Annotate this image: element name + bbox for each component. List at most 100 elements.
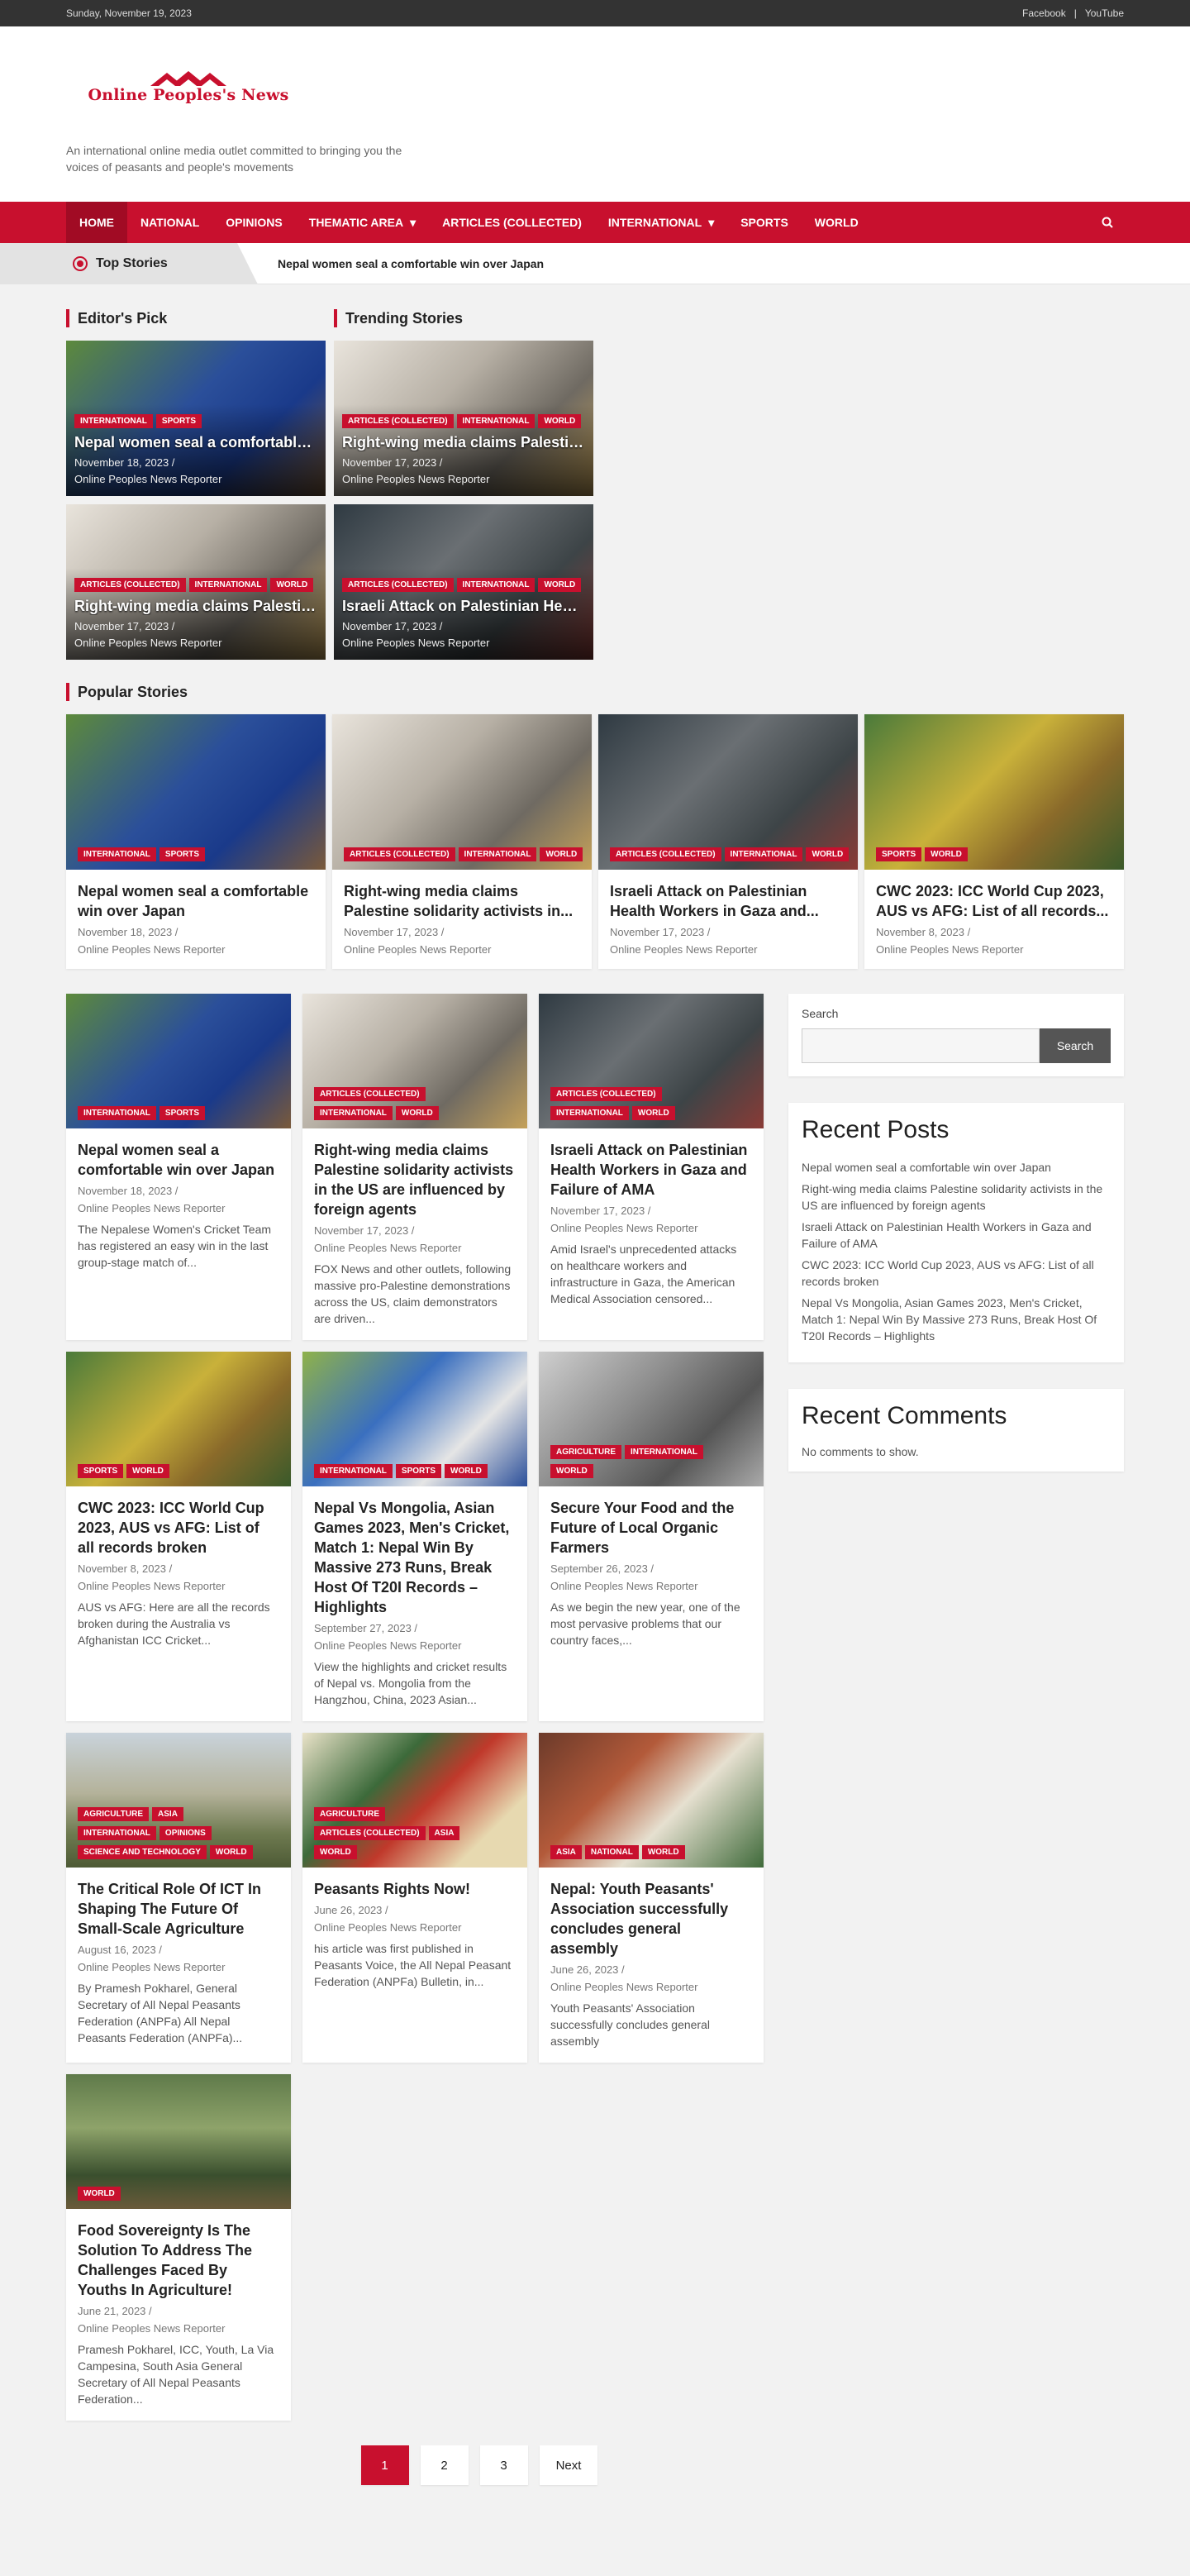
category-badge[interactable]: INTERNATIONAL <box>314 1464 393 1478</box>
category-badge[interactable]: INTERNATIONAL <box>456 414 536 428</box>
category-badge[interactable]: WORLD <box>126 1464 169 1478</box>
post-author[interactable]: Online Peoples News Reporter <box>550 1222 752 1234</box>
post-title[interactable]: Peasants Rights Now! <box>314 1879 516 1899</box>
post-image[interactable]: ASIA NATIONAL WORLD <box>539 1733 764 1868</box>
post-author[interactable]: Online Peoples News Reporter <box>342 635 585 651</box>
category-badge[interactable]: SCIENCE AND TECHNOLOGY <box>78 1845 207 1859</box>
nav-sports[interactable]: SPORTS <box>727 202 802 243</box>
next-page-button[interactable]: Next <box>539 2445 598 2485</box>
post-image[interactable]: AGRICULTURE ARTICLES (COLLECTED) ASIA WORLD <box>302 1733 527 1868</box>
category-badge[interactable]: ASIA <box>152 1807 183 1821</box>
category-badge[interactable]: SPORTS <box>78 1464 124 1478</box>
nav-international[interactable]: INTERNATIONAL ▾ <box>595 202 727 243</box>
category-badge[interactable]: INTERNATIONAL <box>78 1826 156 1840</box>
post-author[interactable]: Online Peoples News Reporter <box>78 1202 279 1214</box>
category-badge[interactable]: ARTICLES (COLLECTED) <box>314 1826 426 1840</box>
recent-post-link[interactable]: Nepal women seal a comfortable win over … <box>802 1161 1051 1174</box>
category-badge[interactable]: INTERNATIONAL <box>625 1445 703 1459</box>
post-title[interactable]: Right-wing media claims Palestine solida… <box>74 597 317 615</box>
post-author[interactable]: Online Peoples News Reporter <box>314 1639 516 1652</box>
category-badge[interactable]: WORLD <box>540 847 583 861</box>
post-author[interactable]: Online Peoples News Reporter <box>78 1961 279 1973</box>
category-badge[interactable]: ARTICLES (COLLECTED) <box>342 578 454 592</box>
category-badge[interactable]: INTERNATIONAL <box>550 1106 629 1120</box>
category-badge[interactable]: INTERNATIONAL <box>78 847 156 861</box>
category-badge[interactable]: WORLD <box>550 1464 593 1478</box>
post-author[interactable]: Online Peoples News Reporter <box>314 1242 516 1254</box>
post-image[interactable]: ARTICLES (COLLECTED) INTERNATIONAL WORLD <box>539 994 764 1128</box>
post-author[interactable]: Online Peoples News Reporter <box>610 943 846 956</box>
recent-post-link[interactable]: Right-wing media claims Palestine solida… <box>802 1182 1102 1212</box>
nav-national[interactable]: NATIONAL <box>127 202 212 243</box>
category-badge[interactable]: ASIA <box>550 1845 582 1859</box>
category-badge[interactable]: WORLD <box>445 1464 488 1478</box>
editors-pick-item[interactable]: INTERNATIONAL SPORTS Nepal women seal a c… <box>66 341 326 496</box>
recent-post-link[interactable]: Nepal Vs Mongolia, Asian Games 2023, Men… <box>802 1296 1097 1343</box>
nav-articles-collected[interactable]: ARTICLES (COLLECTED) <box>429 202 595 243</box>
post-image[interactable]: INTERNATIONAL SPORTS <box>66 714 326 870</box>
category-badge[interactable]: SPORTS <box>159 847 206 861</box>
category-badge[interactable]: AGRICULTURE <box>314 1807 386 1821</box>
search-button[interactable]: Search <box>1040 1028 1111 1063</box>
category-badge[interactable]: AGRICULTURE <box>550 1445 622 1459</box>
post-title[interactable]: Nepal women seal a comfortable win over … <box>74 433 317 451</box>
ticker-headline[interactable]: Nepal women seal a comfortable win over … <box>278 257 544 270</box>
post-image[interactable]: INTERNATIONAL SPORTS <box>66 994 291 1128</box>
post-title[interactable]: Israeli Attack on Palestinian Health Wor… <box>610 881 846 921</box>
category-badge[interactable]: WORLD <box>631 1106 675 1120</box>
site-logo[interactable]: Online Peoples's News <box>81 69 296 104</box>
post-image[interactable]: WORLD <box>66 2074 291 2209</box>
post-title[interactable]: Nepal Vs Mongolia, Asian Games 2023, Men… <box>314 1498 516 1617</box>
category-badge[interactable]: WORLD <box>209 1845 253 1859</box>
category-badge[interactable]: SPORTS <box>155 414 202 428</box>
page-2-button[interactable]: 2 <box>420 2445 469 2485</box>
post-author[interactable]: Online Peoples News Reporter <box>550 1981 752 1993</box>
category-badge[interactable]: SPORTS <box>159 1106 206 1120</box>
post-author[interactable]: Online Peoples News Reporter <box>344 943 580 956</box>
category-badge[interactable]: WORLD <box>78 2187 121 2201</box>
nav-home[interactable]: HOME <box>66 202 127 243</box>
category-badge[interactable]: WORLD <box>270 578 314 592</box>
category-badge[interactable]: INTERNATIONAL <box>74 414 153 428</box>
category-badge[interactable]: SPORTS <box>395 1464 442 1478</box>
post-image[interactable]: INTERNATIONAL SPORTS WORLD <box>302 1352 527 1486</box>
youtube-link[interactable]: YouTube <box>1085 7 1124 19</box>
post-title[interactable]: CWC 2023: ICC World Cup 2023, AUS vs AFG… <box>876 881 1112 921</box>
category-badge[interactable]: ARTICLES (COLLECTED) <box>74 578 186 592</box>
category-badge[interactable]: ARTICLES (COLLECTED) <box>342 414 454 428</box>
post-author[interactable]: Online Peoples News Reporter <box>314 1921 516 1934</box>
post-title[interactable]: Food Sovereignty Is The Solution To Addr… <box>78 2221 279 2300</box>
trending-item[interactable]: ARTICLES (COLLECTED) INTERNATIONAL WORLD I… <box>334 504 593 660</box>
post-title[interactable]: Israeli Attack on Palestinian Health Wor… <box>550 1140 752 1200</box>
trending-item[interactable]: ARTICLES (COLLECTED) INTERNATIONAL WORLD R… <box>334 341 593 496</box>
search-icon[interactable] <box>1091 217 1124 228</box>
nav-world[interactable]: WORLD <box>802 202 872 243</box>
category-badge[interactable]: ARTICLES (COLLECTED) <box>314 1087 426 1101</box>
page-1-button[interactable]: 1 <box>360 2445 409 2485</box>
nav-opinions[interactable]: OPINIONS <box>212 202 295 243</box>
post-title[interactable]: Nepal women seal a comfortable win over … <box>78 881 314 921</box>
post-title[interactable]: Nepal: Youth Peasants' Association succe… <box>550 1879 752 1958</box>
category-badge[interactable]: WORLD <box>806 847 850 861</box>
facebook-link[interactable]: Facebook <box>1022 7 1066 19</box>
editors-pick-item[interactable]: ARTICLES (COLLECTED) INTERNATIONAL WORLD R… <box>66 504 326 660</box>
post-title[interactable]: Right-wing media claims Palestine solida… <box>314 1140 516 1219</box>
category-badge[interactable]: INTERNATIONAL <box>78 1106 156 1120</box>
post-author[interactable]: Online Peoples News Reporter <box>78 2322 279 2335</box>
category-badge[interactable]: WORLD <box>641 1845 685 1859</box>
category-badge[interactable]: INTERNATIONAL <box>724 847 803 861</box>
search-input[interactable] <box>802 1028 1040 1063</box>
category-badge[interactable]: INTERNATIONAL <box>314 1106 393 1120</box>
post-image[interactable]: AGRICULTURE ASIA INTERNATIONAL OPINIONS SCIE… <box>66 1733 291 1868</box>
post-image[interactable]: AGRICULTURE INTERNATIONAL WORLD <box>539 1352 764 1486</box>
post-author[interactable]: Online Peoples News Reporter <box>74 635 317 651</box>
category-badge[interactable]: INTERNATIONAL <box>458 847 537 861</box>
category-badge[interactable]: WORLD <box>538 578 582 592</box>
category-badge[interactable]: ARTICLES (COLLECTED) <box>344 847 455 861</box>
category-badge[interactable]: WORLD <box>314 1845 357 1859</box>
category-badge[interactable]: OPINIONS <box>159 1826 212 1840</box>
category-badge[interactable]: INTERNATIONAL <box>456 578 536 592</box>
post-author[interactable]: Online Peoples News Reporter <box>74 471 317 488</box>
post-image[interactable]: ARTICLES (COLLECTED) INTERNATIONAL WORLD <box>598 714 858 870</box>
post-author[interactable]: Online Peoples News Reporter <box>78 1580 279 1592</box>
